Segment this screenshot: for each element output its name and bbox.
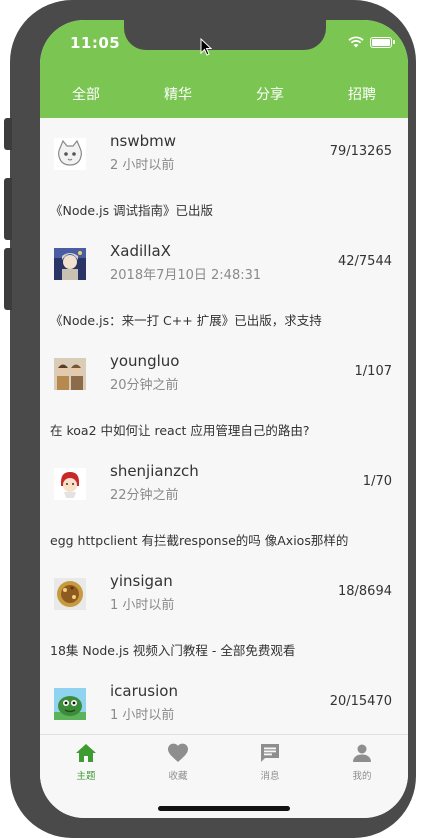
- topic-item[interactable]: shenjianzch 22分钟之前 1/70 egg httpclient 有…: [40, 448, 408, 558]
- person-icon: [353, 744, 371, 762]
- mute-switch: [4, 118, 12, 150]
- topic-author[interactable]: XadillaX: [110, 242, 171, 260]
- tab-featured[interactable]: 精华: [132, 78, 224, 118]
- topic-item[interactable]: yinsigan 1 小时以前 18/8694 18集 Node.js 视频入门…: [40, 558, 408, 668]
- heart-icon: [168, 743, 188, 762]
- topic-title[interactable]: 《Node.js 调试指南》已出版: [50, 200, 213, 219]
- mouse-cursor-icon: [200, 38, 212, 56]
- topic-time: 2 小时以前: [110, 158, 175, 173]
- food-avatar-icon: [54, 578, 86, 610]
- reply-view-count: 20/15470: [329, 694, 392, 709]
- reply-view-count: 18/8694: [337, 584, 392, 599]
- tab-share[interactable]: 分享: [224, 78, 316, 118]
- topic-author[interactable]: yinsigan: [110, 572, 173, 590]
- topic-title[interactable]: 在 koa2 中如何让 react 应用管理自己的路由?: [50, 420, 310, 439]
- reply-view-count: 42/7544: [337, 254, 392, 269]
- reply-view-count: 79/13265: [329, 144, 392, 159]
- monster-avatar-icon: [54, 688, 86, 720]
- tab-label: 精华: [164, 87, 192, 103]
- tab-label: 招聘: [348, 87, 376, 103]
- nav-label: 消息: [260, 771, 280, 782]
- battery-icon: [370, 36, 395, 48]
- topic-time: 1 小时以前: [110, 708, 175, 723]
- topic-item[interactable]: youngluo 20分钟之前 1/107 在 koa2 中如何让 react …: [40, 338, 408, 448]
- tab-label: 分享: [256, 87, 284, 103]
- volume-down-button: [4, 248, 12, 310]
- topic-list: nswbmw 2 小时以前 79/13265 《Node.js 调试指南》已出版…: [40, 118, 408, 778]
- topic-author[interactable]: icarusion: [110, 682, 178, 700]
- topic-title[interactable]: egg httpclient 有拦截response的吗 像Axios那样的: [50, 530, 348, 549]
- app-screen: 11:05 全部 精华 分享 招聘 nswbmw 2 小时以前 79/13265…: [40, 20, 408, 818]
- wifi-icon: [348, 36, 364, 48]
- topic-time: 20分钟之前: [110, 378, 179, 393]
- topic-author[interactable]: shenjianzch: [110, 462, 199, 480]
- topic-item[interactable]: XadillaX 2018年7月10日 2:48:31 42/7544 《Nod…: [40, 228, 408, 338]
- cartoon-avatar-icon: [54, 468, 86, 500]
- nav-label: 主题: [76, 771, 96, 782]
- nav-label: 收藏: [168, 771, 188, 782]
- topic-tabs: 全部 精华 分享 招聘: [40, 78, 408, 118]
- device-notch: [124, 20, 326, 50]
- tab-all[interactable]: 全部: [40, 78, 132, 118]
- topic-item[interactable]: nswbmw 2 小时以前 79/13265 《Node.js 调试指南》已出版: [40, 118, 408, 228]
- status-indicators: [348, 36, 395, 48]
- phone-frame: 11:05 全部 精华 分享 招聘 nswbmw 2 小时以前 79/13265…: [4, 0, 416, 838]
- topic-title[interactable]: 18集 Node.js 视频入门教程 - 全部免费观看: [50, 640, 295, 659]
- reply-view-count: 1/70: [362, 474, 392, 489]
- topic-time: 2018年7月10日 2:48:31: [110, 268, 262, 283]
- cat-avatar-icon: [54, 138, 86, 170]
- nav-label: 我的: [352, 771, 372, 782]
- nav-topics[interactable]: 主题: [40, 735, 132, 818]
- topic-title[interactable]: 《Node.js：来一打 C++ 扩展》已出版，求支持: [50, 310, 322, 329]
- home-indicator[interactable]: [158, 806, 290, 811]
- status-time: 11:05: [70, 34, 121, 52]
- tab-jobs[interactable]: 招聘: [316, 78, 408, 118]
- anime-avatar-icon: [54, 248, 86, 280]
- message-icon: [261, 744, 279, 762]
- group-avatar-icon: [54, 358, 86, 390]
- topic-time: 22分钟之前: [110, 488, 179, 503]
- tab-label: 全部: [72, 87, 100, 103]
- topic-author[interactable]: youngluo: [110, 352, 179, 370]
- app-header: 11:05 全部 精华 分享 招聘: [40, 20, 408, 118]
- home-icon: [76, 744, 96, 762]
- topic-time: 1 小时以前: [110, 598, 175, 613]
- reply-view-count: 1/107: [354, 364, 392, 379]
- nav-profile[interactable]: 我的: [316, 735, 408, 818]
- volume-up-button: [4, 178, 12, 240]
- topic-author[interactable]: nswbmw: [110, 132, 176, 150]
